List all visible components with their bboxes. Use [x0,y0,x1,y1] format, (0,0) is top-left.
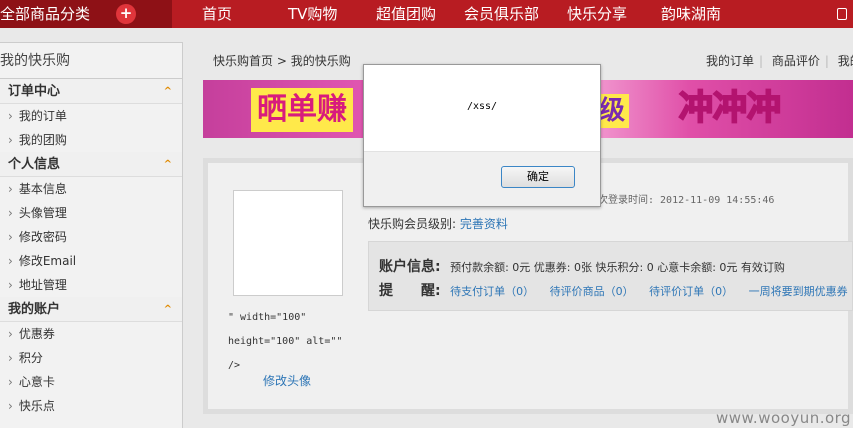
top-nav-bar: 全部商品分类 + 首页 TV购物 超值团购 会员俱乐部 快乐分享 韵味湖南 [0,0,853,28]
member-level: 快乐购会员级别: 完善资料 [368,215,508,232]
nav-item-member-club[interactable]: 会员俱乐部 [464,0,539,28]
link-my-orders[interactable]: 我的订单 [706,54,754,68]
sidebar-item-password[interactable]: 修改密码 [0,225,182,249]
nav-item-tv-shopping[interactable]: TV购物 [288,0,337,28]
pending-review-orders-link[interactable]: 待评价订单（0） [649,285,733,298]
last-login-time: 次登录时间: 2012-11-09 14:55:46 [598,195,775,206]
avatar [233,190,343,296]
sidebar-title: 我的快乐购 [0,43,182,79]
reminder-row: 提 醒: 待支付订单（0） 待评价商品（0） 待评价订单（0） 一周将要到期优惠… [379,280,852,300]
link-my[interactable]: 我的 [838,54,853,68]
nav-item-group-buy[interactable]: 超值团购 [376,0,436,28]
sidebar-section-orders[interactable]: 订单中心 ^ [0,79,182,104]
alert-message: /xss/ [466,101,498,112]
sidebar-item-basic-info[interactable]: 基本信息 [0,177,182,201]
nav-item-hunan[interactable]: 韵味湖南 [661,0,721,28]
sidebar-section-account[interactable]: 我的账户 ^ [0,297,182,322]
sidebar-item-coupons[interactable]: 优惠券 [0,322,182,346]
broken-image-markup: " width="100" height="100" alt="" /> [228,312,343,371]
watermark: www.wooyun.org [716,409,852,427]
complete-profile-link[interactable]: 完善资料 [460,217,508,231]
sidebar-item-avatar[interactable]: 头像管理 [0,201,182,225]
breadcrumb-separator: > [276,54,287,68]
nav-item-home[interactable]: 首页 [202,0,232,28]
section-title: 我的账户 [8,302,61,317]
collapse-caret-icon[interactable]: ^ [164,297,172,322]
collapse-caret-icon[interactable]: ^ [164,79,172,104]
breadcrumb-home[interactable]: 快乐购首页 [213,54,273,68]
sidebar-item-gift-card[interactable]: 心意卡 [0,370,182,394]
breadcrumb-current: 我的快乐购 [290,54,351,68]
edit-avatar-link[interactable]: 修改头像 [263,372,311,389]
nav-item-happy-share[interactable]: 快乐分享 [567,0,627,28]
alert-dialog: /xss/ 确定 [363,64,601,207]
ok-button[interactable]: 确定 [501,166,575,188]
sidebar: 我的快乐购 订单中心 ^ 我的订单 我的团购 个人信息 ^ 基本信息 头像管理 … [0,42,183,428]
collapse-caret-icon[interactable]: ^ [164,152,172,177]
account-info-values: 预付款余额: 0元 优惠券: 0张 快乐积分: 0 心意卡余额: 0元 有效订购 [450,261,785,274]
alert-footer: 确定 [364,151,600,206]
section-title: 订单中心 [8,84,61,99]
sidebar-section-personal[interactable]: 个人信息 ^ [0,152,182,177]
banner-text-left: 晒单赚 [251,88,353,132]
member-level-label: 快乐购会员级别: [368,217,457,231]
expiring-coupons-link[interactable]: 一周将要到期优惠券 [749,285,848,298]
section-title: 个人信息 [8,157,61,172]
category-menu[interactable]: 全部商品分类 + [0,0,172,28]
banner-text-right: 冲冲冲 [678,87,782,129]
sidebar-item-email[interactable]: 修改Email [0,249,182,273]
quick-links: 我的订单| 商品评价| 我的 [706,52,853,69]
plus-icon[interactable]: + [116,4,136,24]
sidebar-item-happy-points[interactable]: 快乐点 [0,394,182,418]
sidebar-item-my-orders[interactable]: 我的订单 [0,104,182,128]
sidebar-item-address[interactable]: 地址管理 [0,273,182,297]
account-info-box: 账户信息: 预付款余额: 0元 优惠券: 0张 快乐积分: 0 心意卡余额: 0… [368,241,853,311]
account-info-label: 账户信息: [379,259,441,275]
sidebar-item-my-group-buys[interactable]: 我的团购 [0,128,182,152]
account-info-row: 账户信息: 预付款余额: 0元 优惠券: 0张 快乐积分: 0 心意卡余额: 0… [379,256,785,276]
pending-payment-link[interactable]: 待支付订单（0） [450,285,534,298]
reminder-label: 提 醒: [379,283,441,299]
link-reviews[interactable]: 商品评价 [772,54,820,68]
breadcrumb: 快乐购首页 > 我的快乐购 [213,52,351,69]
pending-review-goods-link[interactable]: 待评价商品（0） [550,285,634,298]
category-label: 全部商品分类 [0,5,91,23]
sidebar-item-points[interactable]: 积分 [0,346,182,370]
mobile-icon[interactable] [837,8,847,20]
